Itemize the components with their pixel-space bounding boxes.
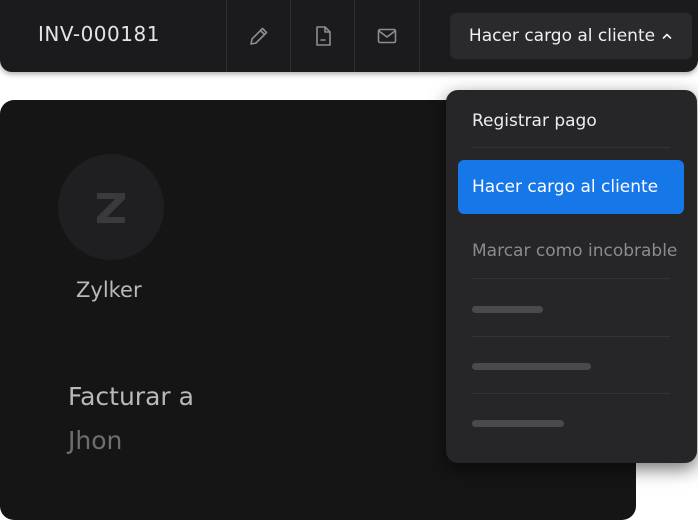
email-button[interactable]: [354, 0, 420, 72]
envelope-icon: [377, 28, 397, 44]
action-dropdown-menu: Registrar pago Hacer cargo al cliente Ma…: [446, 90, 697, 463]
charge-customer-label: Hacer cargo al cliente: [468, 26, 656, 46]
pdf-button[interactable]: [290, 0, 355, 72]
bill-to-name: Jhon: [68, 426, 123, 455]
z-logo-icon: [97, 193, 125, 223]
menu-item-charge-customer[interactable]: Hacer cargo al cliente: [458, 160, 684, 214]
edit-button[interactable]: [226, 0, 291, 72]
document-icon: [316, 26, 331, 46]
chevron-up-icon: [662, 33, 672, 39]
company-logo: [58, 154, 164, 260]
menu-divider: [472, 278, 670, 279]
pencil-icon: [250, 27, 268, 45]
charge-customer-button[interactable]: Hacer cargo al cliente: [450, 13, 692, 59]
menu-divider: [472, 393, 670, 394]
menu-item-placeholder: [472, 306, 543, 313]
menu-divider: [472, 336, 670, 337]
menu-item-placeholder: [472, 420, 564, 427]
menu-divider: [472, 147, 670, 148]
menu-item-placeholder: [472, 363, 591, 370]
invoice-number: INV-000181: [38, 22, 160, 46]
company-name: Zylker: [76, 278, 142, 302]
menu-item-record-payment[interactable]: Registrar pago: [458, 94, 684, 148]
menu-item-mark-bad-debt[interactable]: Marcar como incobrable: [458, 224, 684, 278]
invoice-header-bar: INV-000181 Hacer cargo al cliente: [0, 0, 698, 72]
bill-to-label: Facturar a: [68, 382, 194, 411]
